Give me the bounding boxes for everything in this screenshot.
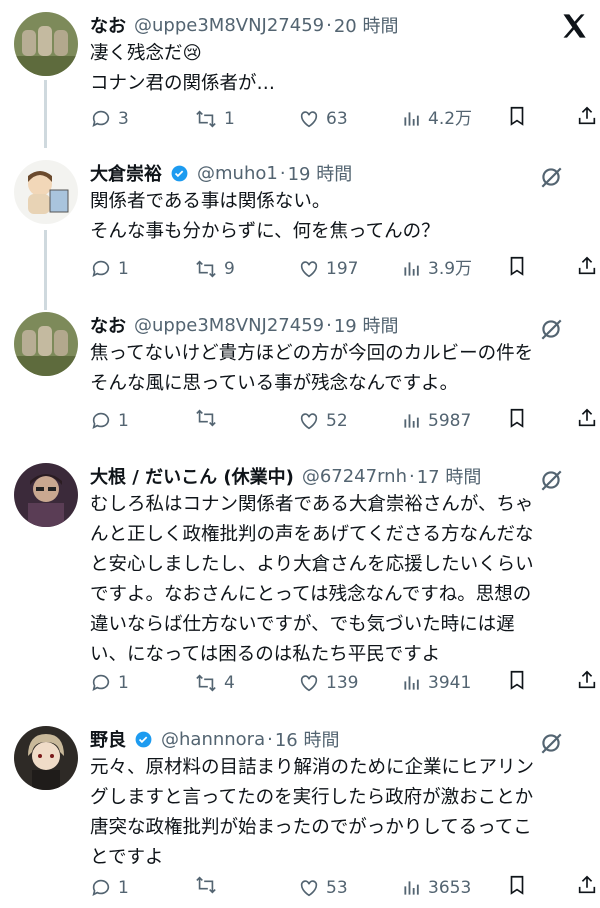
like-icon bbox=[300, 111, 318, 128]
reply-button[interactable]: 1 bbox=[90, 874, 129, 902]
action-bar: 1 53 3653 bbox=[90, 874, 600, 902]
timestamp[interactable]: 16 時間 bbox=[275, 726, 340, 752]
like-button[interactable]: 63 bbox=[298, 105, 348, 133]
retweet-button[interactable]: 9 bbox=[194, 255, 235, 283]
like-button[interactable]: 197 bbox=[298, 255, 358, 283]
display-name[interactable]: 野良 bbox=[90, 726, 126, 752]
verified-badge-icon bbox=[135, 731, 152, 747]
like-icon bbox=[300, 413, 318, 430]
reply-button[interactable]: 3 bbox=[90, 105, 129, 133]
bookmark-icon bbox=[510, 875, 524, 895]
reply-button[interactable]: 1 bbox=[90, 255, 129, 283]
share-button[interactable] bbox=[576, 255, 600, 277]
timestamp[interactable]: 19 時間 bbox=[288, 160, 353, 186]
like-button[interactable]: 139 bbox=[298, 669, 358, 697]
bookmark-button[interactable] bbox=[506, 874, 534, 896]
retweet-icon bbox=[196, 260, 216, 278]
avatar[interactable] bbox=[14, 160, 78, 224]
retweet-button[interactable]: 4 bbox=[194, 669, 235, 697]
views-icon bbox=[404, 262, 419, 276]
like-icon bbox=[300, 675, 318, 692]
views-icon bbox=[404, 676, 419, 690]
display-name[interactable]: なお bbox=[90, 312, 126, 338]
views-button[interactable]: 5987 bbox=[402, 407, 471, 435]
like-button[interactable]: 52 bbox=[298, 407, 348, 435]
handle[interactable]: @67247rnh bbox=[302, 466, 407, 487]
action-bar: 3 1 63 4.2万 bbox=[90, 105, 600, 133]
retweet-icon bbox=[196, 876, 216, 894]
share-button[interactable] bbox=[576, 669, 600, 691]
action-bar: 1 4 139 3941 bbox=[90, 669, 600, 697]
share-button[interactable] bbox=[576, 407, 600, 429]
bookmark-button[interactable] bbox=[506, 255, 534, 277]
display-name[interactable]: なお bbox=[90, 12, 126, 38]
share-icon bbox=[578, 875, 596, 894]
share-button[interactable] bbox=[576, 874, 600, 896]
tweet-text: 凄く残念だ😢 コナン君の関係者が… bbox=[90, 43, 276, 94]
views-button[interactable]: 4.2万 bbox=[402, 105, 472, 133]
tweet-text: 元々、原材料の目詰まり解消のために企業にヒアリン グしますと言ってたのを実行した… bbox=[90, 757, 535, 868]
verified-badge-icon bbox=[171, 165, 188, 181]
share-button[interactable] bbox=[576, 105, 600, 127]
like-icon bbox=[300, 261, 318, 278]
views-icon bbox=[404, 414, 419, 428]
reply-icon bbox=[92, 674, 110, 691]
handle[interactable]: @uppe3M8VNJ27459 bbox=[134, 315, 324, 336]
reply-icon bbox=[92, 260, 110, 277]
retweet-button[interactable] bbox=[194, 407, 224, 429]
views-icon bbox=[404, 112, 419, 126]
reply-icon bbox=[92, 412, 110, 429]
bookmark-button[interactable] bbox=[506, 407, 534, 429]
tweet-text: 焦ってないけど貴方ほどの方が今回のカルビーの件を そんな風に思っている事が残念な… bbox=[90, 343, 534, 394]
tweet-2[interactable]: 大倉崇裕 @muho1 · 19 時間 関係者である事は関係ない。 そんな事も分… bbox=[0, 160, 600, 285]
bookmark-icon bbox=[510, 106, 524, 126]
bookmark-icon bbox=[510, 256, 524, 276]
avatar[interactable] bbox=[14, 726, 78, 790]
bookmark-icon bbox=[510, 408, 524, 428]
handle[interactable]: @uppe3M8VNJ27459 bbox=[134, 15, 324, 36]
retweet-button[interactable] bbox=[194, 874, 224, 896]
reply-button[interactable]: 1 bbox=[90, 407, 129, 435]
bookmark-button[interactable] bbox=[506, 669, 534, 691]
views-icon bbox=[404, 881, 419, 895]
action-bar: 1 9 197 3.9万 bbox=[90, 255, 600, 283]
action-bar: 1 52 5987 bbox=[90, 407, 600, 435]
display-name[interactable]: 大根 / だいこん (休業中) bbox=[90, 463, 294, 489]
share-icon bbox=[578, 670, 596, 689]
reply-button[interactable]: 1 bbox=[90, 669, 129, 697]
timestamp[interactable]: 17 時間 bbox=[417, 463, 482, 489]
timestamp[interactable]: 19 時間 bbox=[334, 312, 399, 338]
reply-icon bbox=[92, 110, 110, 127]
handle[interactable]: @hannnora bbox=[161, 729, 265, 750]
share-icon bbox=[578, 408, 596, 427]
views-button[interactable]: 3653 bbox=[402, 874, 471, 902]
share-icon bbox=[578, 256, 596, 275]
reply-icon bbox=[92, 879, 110, 896]
bookmark-icon bbox=[510, 670, 524, 690]
avatar[interactable] bbox=[14, 463, 78, 527]
like-button[interactable]: 53 bbox=[298, 874, 348, 902]
like-icon bbox=[300, 880, 318, 897]
views-button[interactable]: 3941 bbox=[402, 669, 471, 697]
avatar[interactable] bbox=[14, 12, 78, 76]
display-name[interactable]: 大倉崇裕 bbox=[90, 160, 162, 186]
tweet-text: むしろ私はコナン関係者である大倉崇裕さんが、ちゃ んと正しく政権批判の声をあげて… bbox=[90, 494, 534, 665]
views-button[interactable]: 3.9万 bbox=[402, 255, 472, 283]
timestamp[interactable]: 20 時間 bbox=[334, 12, 399, 38]
retweet-button[interactable]: 1 bbox=[194, 105, 235, 133]
tweet-5[interactable]: 野良 @hannnora · 16 時間 元々、原材料の目詰まり解消のために企業… bbox=[0, 726, 600, 906]
retweet-icon bbox=[196, 674, 216, 692]
tweet-1[interactable]: なお @uppe3M8VNJ27459 · 20 時間 凄く残念だ😢 コナン君の… bbox=[0, 12, 600, 137]
tweet-4[interactable]: 大根 / だいこん (休業中) @67247rnh · 17 時間 むしろ私はコ… bbox=[0, 463, 600, 698]
avatar[interactable] bbox=[14, 312, 78, 376]
handle[interactable]: @muho1 bbox=[197, 163, 278, 184]
bookmark-button[interactable] bbox=[506, 105, 534, 127]
retweet-icon bbox=[196, 110, 216, 128]
tweet-text: 関係者である事は関係ない。 そんな事も分からずに、何を焦ってんの？ bbox=[90, 191, 440, 242]
tweet-3[interactable]: なお @uppe3M8VNJ27459 · 19 時間 焦ってないけど貴方ほどの… bbox=[0, 312, 600, 437]
retweet-icon bbox=[196, 409, 216, 427]
share-icon bbox=[578, 106, 596, 125]
